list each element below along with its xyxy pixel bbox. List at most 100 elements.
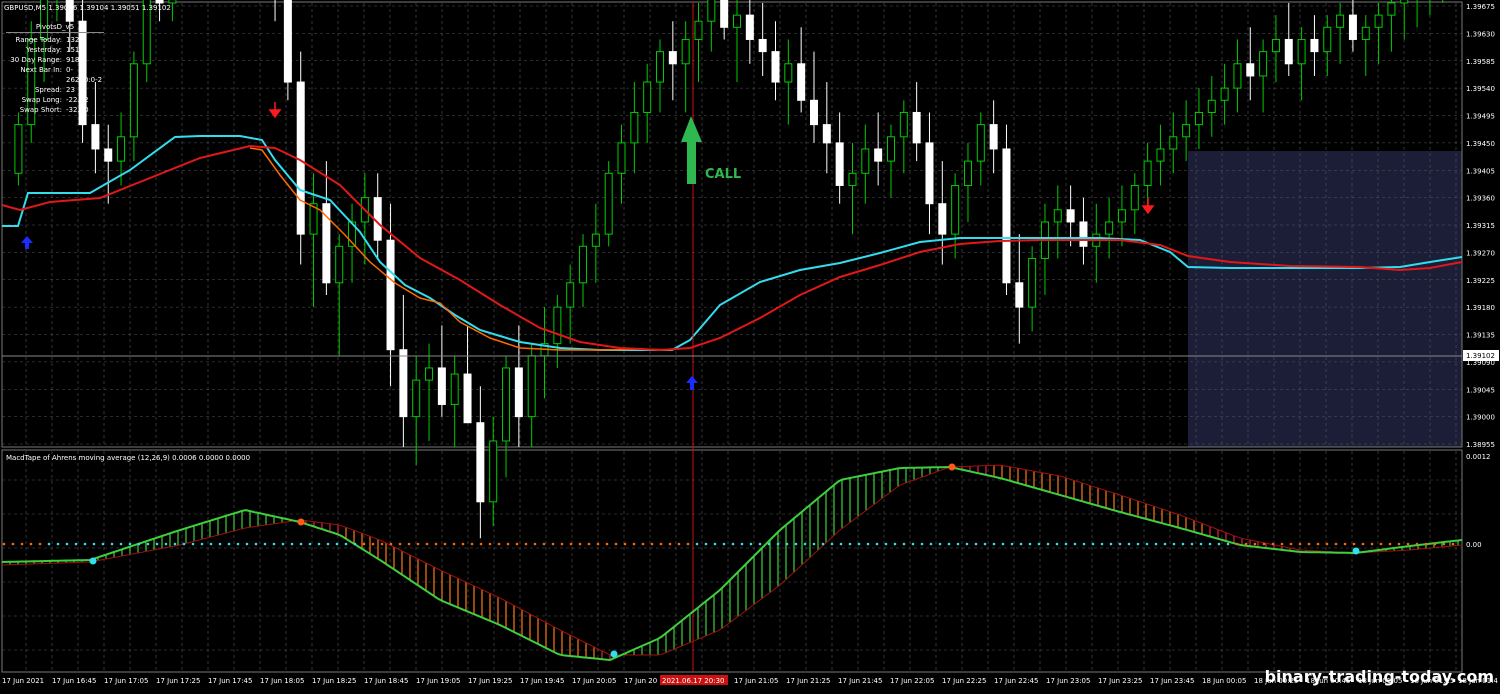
info-value: 0-26250:0-2 <box>66 66 103 84</box>
macd-zero-dot <box>1073 542 1077 546</box>
macd-zero-dot <box>1037 542 1041 546</box>
candle-body <box>1028 257 1037 308</box>
macd-zero-dot <box>542 542 546 546</box>
trading-chart[interactable]: 1.39675 1.39630 1.39585 1.39540 1.39495 1.394… <box>0 0 1500 690</box>
candle-body <box>668 51 677 65</box>
macd-zero-dot <box>173 542 177 546</box>
macd-zero-dot <box>1352 542 1356 546</box>
macd-zero-dot <box>353 542 357 546</box>
macd-zero-dot <box>821 542 825 546</box>
info-value: -32.80 <box>66 106 89 114</box>
macd-zero-dot <box>632 542 636 546</box>
candle-body <box>809 99 818 126</box>
candle-body <box>1271 38 1280 53</box>
macd-zero-dot <box>911 542 915 546</box>
candle-body <box>822 124 831 144</box>
macd-zero-dot <box>461 542 465 546</box>
candle-body <box>1079 221 1088 247</box>
candle-body <box>579 245 588 284</box>
macd-zero-dot <box>758 542 762 546</box>
macd-zero-dot <box>731 542 735 546</box>
macd-zero-dot <box>1100 542 1104 546</box>
macd-zero-dot <box>1244 542 1248 546</box>
price-tick-label: 1.39270 <box>1466 249 1495 257</box>
macd-zero-dot <box>389 542 393 546</box>
macd-zero-dot <box>1334 542 1338 546</box>
candle-body <box>1297 38 1306 65</box>
macd-zero-dot <box>380 542 384 546</box>
info-row: 30 Day Range: 918 <box>6 55 104 65</box>
macd-cross-marker <box>89 557 97 565</box>
candle-body <box>707 0 716 22</box>
time-tick-label: 17 Jun 19:25 <box>468 677 512 685</box>
candle-body <box>1284 38 1293 65</box>
candle-body <box>412 379 421 418</box>
info-value: 1325 <box>66 36 84 44</box>
macd-zero-dot <box>236 542 240 546</box>
macd-zero-dot <box>956 542 960 546</box>
time-tick-label: 17 Jun 18:05 <box>260 677 304 685</box>
macd-zero-dot <box>119 542 123 546</box>
price-tick-label: 1.39450 <box>1466 140 1495 148</box>
macd-zero-dot <box>227 542 231 546</box>
macd-zero-dot <box>938 542 942 546</box>
time-tick-label: 17 Jun 17:45 <box>208 677 252 685</box>
macd-zero-dot <box>596 542 600 546</box>
macd-zero-dot <box>92 542 96 546</box>
macd-zero-dot <box>1136 542 1140 546</box>
candle-body <box>566 282 575 308</box>
macd-zero-dot <box>1226 542 1230 546</box>
candle-body <box>168 0 177 4</box>
macd-zero-dot <box>164 542 168 546</box>
macd-zero-dot <box>1325 542 1329 546</box>
candle-body <box>386 239 395 351</box>
candle-body <box>656 51 665 83</box>
candle-body <box>874 148 883 162</box>
macd-zero-dot <box>38 542 42 546</box>
macd-zero-dot <box>74 542 78 546</box>
macd-zero-dot <box>713 542 717 546</box>
candle-body <box>463 373 472 424</box>
macd-zero-dot <box>146 542 150 546</box>
macd-zero-dot <box>110 542 114 546</box>
candle-body <box>1259 51 1268 77</box>
candle-body <box>91 124 100 150</box>
macd-zero-dot <box>749 542 753 546</box>
macd-zero-dot <box>812 542 816 546</box>
macd-zero-dot <box>1280 542 1284 546</box>
macd-zero-dot <box>344 542 348 546</box>
macd-zero-dot <box>668 542 672 546</box>
macd-zero-dot <box>1262 542 1266 546</box>
candle-body <box>797 63 806 101</box>
macd-zero-dot <box>425 542 429 546</box>
price-tick-label: 1.39000 <box>1466 414 1495 422</box>
price-tick-label: 1.39540 <box>1466 85 1495 93</box>
macd-zero-dot <box>506 542 510 546</box>
candle-body <box>1143 160 1152 186</box>
info-row: Swap Short: -32.80 <box>6 105 104 115</box>
macd-zero-dot <box>524 542 528 546</box>
macd-zero-dot <box>290 542 294 546</box>
info-value: -22.12 <box>66 96 89 104</box>
candle-body <box>681 38 690 65</box>
macd-zero-dot <box>614 542 618 546</box>
info-value: 23 <box>66 86 75 94</box>
candle-body <box>630 111 639 144</box>
macd-zero-dot <box>29 542 33 546</box>
info-label: Yesterday: <box>26 46 62 54</box>
chart-canvas[interactable]: 1.39675 1.39630 1.39585 1.39540 1.39495 1.394… <box>0 0 1500 690</box>
candle-body <box>1336 14 1345 28</box>
time-tick-label: 17 Jun 23:45 <box>1150 677 1194 685</box>
price-tick-label: 1.39360 <box>1466 195 1495 203</box>
candle-body <box>951 184 960 235</box>
macd-zero-dot <box>101 542 105 546</box>
time-tick-label: 17 Jun 18:45 <box>364 677 408 685</box>
macd-zero-dot <box>1370 542 1374 546</box>
macd-zero-dot <box>1001 542 1005 546</box>
time-tick-label: 17 Jun 19:45 <box>520 677 564 685</box>
macd-zero-dot <box>1055 542 1059 546</box>
candle-body <box>1105 221 1114 235</box>
candle-body <box>1400 0 1409 4</box>
macd-zero-dot <box>650 542 654 546</box>
time-tick-label: 17 Jun 21:25 <box>786 677 830 685</box>
